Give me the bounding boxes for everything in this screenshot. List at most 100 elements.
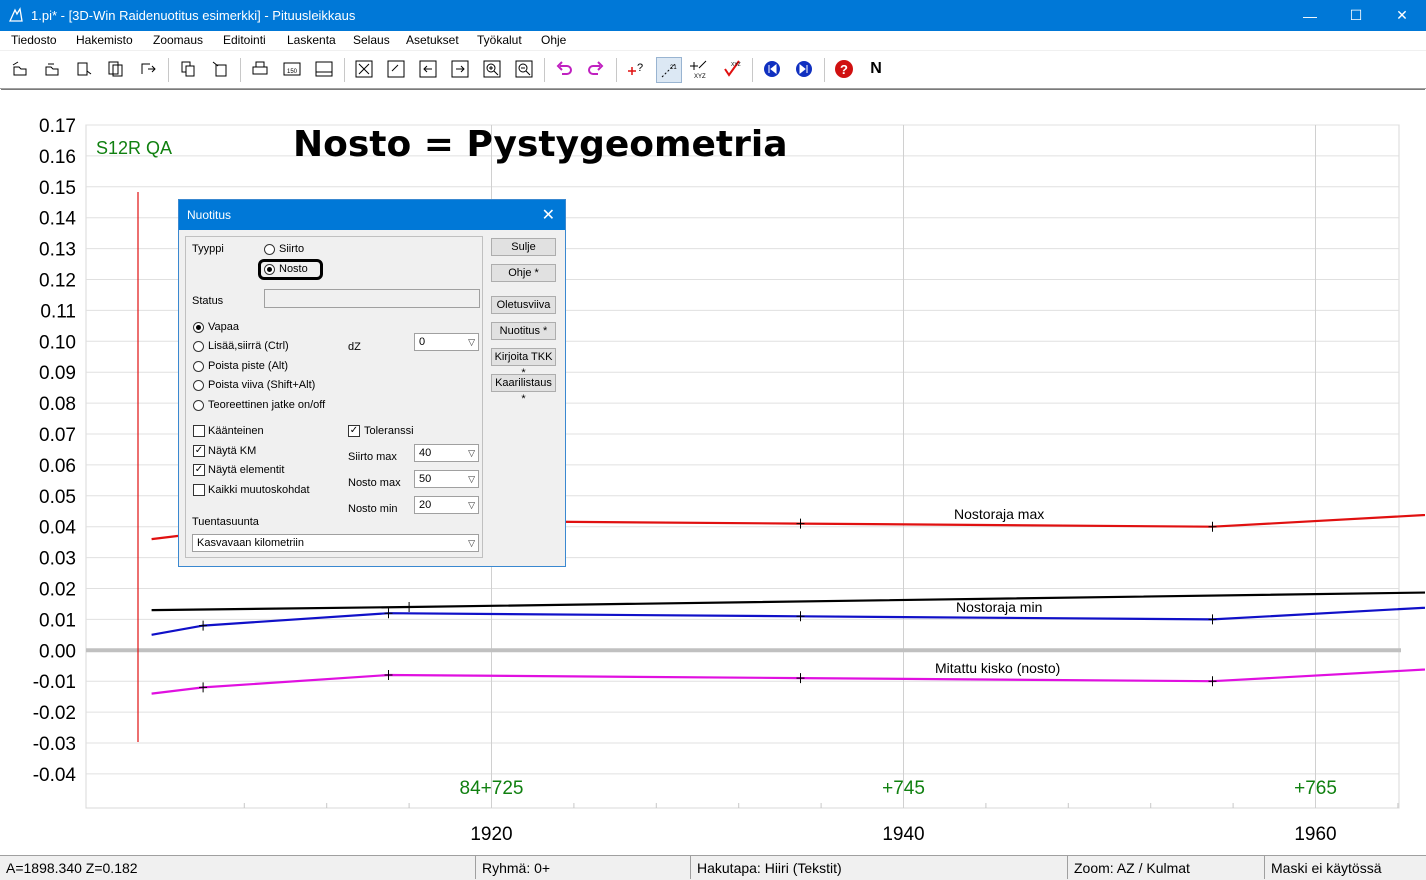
- copy-icon[interactable]: [176, 57, 200, 81]
- toolbar: 150 ? 21 XYZ XYZ ? N: [0, 51, 1426, 89]
- x-tick-label: 1960: [1294, 824, 1336, 845]
- chevron-down-icon: ▽: [468, 538, 475, 548]
- settings-group: Tyyppi Siirto Nosto Status Vapaa Lisää,s…: [185, 236, 483, 558]
- y-tick-label: 0.05: [39, 487, 76, 508]
- pan-right-icon[interactable]: [448, 57, 472, 81]
- km-labels: 84+725 +745 +765: [460, 778, 1337, 799]
- checkbox-kaanteinen[interactable]: [193, 425, 205, 437]
- xyz-point-icon[interactable]: XYZ: [688, 57, 712, 81]
- dz-select[interactable]: 0 ▽: [414, 333, 479, 351]
- menu-zoomaus[interactable]: Zoomaus: [153, 33, 203, 47]
- vertex-marker: [384, 670, 393, 681]
- dz-label: dZ: [348, 341, 361, 353]
- nosto-max-value: 50: [419, 473, 432, 485]
- y-tick-label: 0.02: [39, 580, 76, 601]
- measure-tool-icon[interactable]: 21: [656, 57, 682, 83]
- siirto-max-select[interactable]: 40 ▽: [414, 444, 479, 462]
- checkbox-nayta-km[interactable]: ✓: [193, 445, 205, 457]
- ohje-button[interactable]: Ohje *: [491, 264, 556, 282]
- checkbox-kaikki-muutoskohdat[interactable]: [193, 484, 205, 496]
- page-setup-icon[interactable]: [312, 57, 336, 81]
- nosto-label: Nosto: [279, 263, 308, 275]
- nayta-elementit-label: Näytä elementit: [208, 464, 285, 476]
- nosto-max-select[interactable]: 50 ▽: [414, 470, 479, 488]
- y-tick-label: 0.15: [39, 178, 76, 199]
- svg-text:XYZ: XYZ: [694, 74, 706, 79]
- minimize-button[interactable]: —: [1287, 0, 1333, 31]
- scale-print-icon[interactable]: 150: [280, 57, 304, 81]
- label-nostoraja-min: Nostoraja min: [956, 599, 1042, 615]
- maximize-button[interactable]: ☐: [1333, 0, 1379, 31]
- vertex-marker: [384, 608, 393, 619]
- paste-icon[interactable]: [208, 57, 232, 81]
- menu-asetukset[interactable]: Asetukset: [406, 33, 459, 47]
- chevron-down-icon: ▽: [468, 337, 475, 347]
- menu-ohje[interactable]: Ohje: [541, 33, 566, 47]
- zoom-in-icon[interactable]: [480, 57, 504, 81]
- open-project-icon[interactable]: [40, 57, 64, 81]
- vertex-marker: [405, 602, 414, 613]
- radio-poista-piste[interactable]: [193, 361, 204, 372]
- svg-text:150: 150: [287, 69, 298, 75]
- redo-icon[interactable]: [584, 57, 608, 81]
- add-point-query-icon[interactable]: ?: [624, 57, 648, 81]
- vertex-marker: [1208, 614, 1217, 625]
- help-icon[interactable]: ?: [832, 57, 856, 81]
- save-as-icon[interactable]: [104, 57, 128, 81]
- radio-nosto[interactable]: [264, 264, 275, 275]
- radio-teoreettinen-jatke[interactable]: [193, 400, 204, 411]
- kirjoita-tkk-button[interactable]: Kirjoita TKK *: [491, 348, 556, 379]
- close-button[interactable]: ✕: [1379, 0, 1425, 31]
- export-icon[interactable]: [136, 57, 160, 81]
- pan-left-icon[interactable]: [416, 57, 440, 81]
- oletusviiva-button[interactable]: Oletusviiva: [491, 296, 556, 314]
- menu-tiedosto[interactable]: Tiedosto: [11, 33, 57, 47]
- dz-value: 0: [419, 336, 426, 348]
- checkbox-nayta-elementit[interactable]: ✓: [193, 464, 205, 476]
- menu-selaus[interactable]: Selaus: [353, 33, 390, 47]
- y-tick-label: 0.03: [39, 549, 76, 570]
- nosto-min-select[interactable]: 20 ▽: [414, 496, 479, 514]
- menu-laskenta[interactable]: Laskenta: [287, 33, 336, 47]
- window-title: 1.pi* - [3D-Win Raidenuotitus esimerkki]…: [31, 8, 356, 23]
- tuentasuunta-select[interactable]: Kasvavaan kilometriin ▽: [192, 534, 479, 552]
- north-button[interactable]: N: [864, 57, 888, 81]
- save-file-icon[interactable]: [72, 57, 96, 81]
- radio-siirto[interactable]: [264, 244, 275, 255]
- kaikki-muutoskohdat-label: Kaikki muutoskohdat: [208, 484, 310, 496]
- y-tick-label: 0.08: [39, 394, 76, 415]
- previous-icon[interactable]: [760, 57, 784, 81]
- sulje-button[interactable]: Sulje: [491, 238, 556, 256]
- status-group: Ryhmä: 0+: [476, 856, 691, 879]
- tuentasuunta-label: Tuentasuunta: [192, 516, 259, 528]
- zoom-out-icon[interactable]: [512, 57, 536, 81]
- radio-vapaa[interactable]: [193, 322, 204, 333]
- zoom-all-icon[interactable]: [352, 57, 376, 81]
- undo-icon[interactable]: [552, 57, 576, 81]
- vertex-marker: [199, 682, 208, 693]
- track-label: S12R QA: [96, 138, 172, 158]
- menu-editointi[interactable]: Editointi: [223, 33, 266, 47]
- status-bar: A=1898.340 Z=0.182 Ryhmä: 0+ Hakutapa: H…: [0, 855, 1426, 880]
- title-bar: 1.pi* - [3D-Win Raidenuotitus esimerkki]…: [0, 0, 1426, 31]
- nosto-min-value: 20: [419, 499, 432, 511]
- open-file-icon[interactable]: [8, 57, 32, 81]
- kaanteinen-label: Käänteinen: [208, 425, 264, 437]
- radio-lisaa-siirra[interactable]: [193, 341, 204, 352]
- vertex-marker: [1208, 676, 1217, 687]
- checkbox-toleranssi[interactable]: ✓: [348, 425, 360, 437]
- nuotitus-button[interactable]: Nuotitus *: [491, 322, 556, 340]
- label-nostoraja-max: Nostoraja max: [954, 506, 1044, 522]
- check-xyz-icon[interactable]: XYZ: [720, 57, 744, 81]
- radio-poista-viiva[interactable]: [193, 380, 204, 391]
- kaarilistaus-button[interactable]: Kaarilistaus *: [491, 374, 556, 405]
- menu-hakemisto[interactable]: Hakemisto: [76, 33, 133, 47]
- menu-tyokalut[interactable]: Työkalut: [477, 33, 522, 47]
- y-axis-labels: 0.17 0.16 0.15 0.14 0.13 0.12 0.11 0.10 0.09 0.08…: [33, 116, 77, 786]
- print-icon[interactable]: [248, 57, 272, 81]
- dialog-close-icon[interactable]: ✕: [542, 205, 555, 225]
- km-label: +745: [882, 778, 925, 799]
- y-tick-label: 0.16: [39, 147, 76, 168]
- next-icon[interactable]: [792, 57, 816, 81]
- zoom-window-icon[interactable]: [384, 57, 408, 81]
